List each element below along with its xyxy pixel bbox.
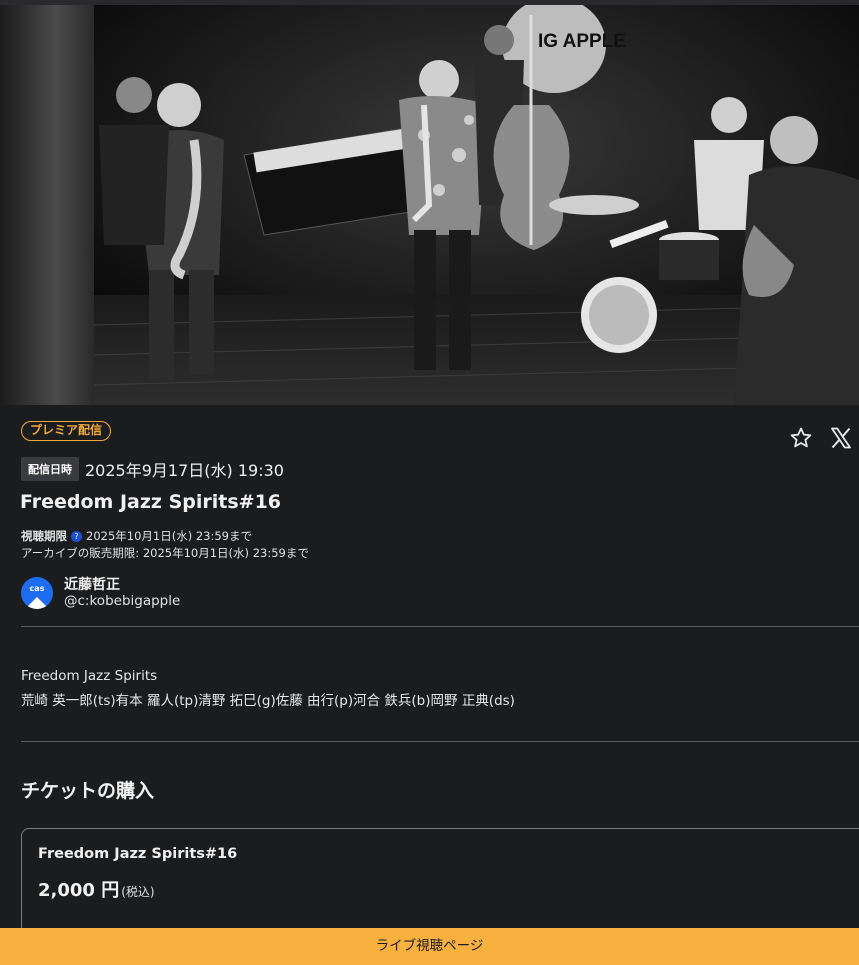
event-title: Freedom Jazz Spirits#16 <box>20 491 282 513</box>
x-share-icon[interactable] <box>829 426 853 450</box>
owner-id[interactable]: @c:kobebigapple <box>64 593 180 609</box>
help-question-icon[interactable]: ? <box>71 530 82 542</box>
premier-stream-badge: プレミア配信 <box>21 421 112 441</box>
archive-sale-label: アーカイブの販売期限: <box>21 546 140 560</box>
stream-datetime-value: 2025年9月17日(水) 19:30 <box>85 461 284 480</box>
favorite-star-icon[interactable] <box>789 426 813 450</box>
ticket-card[interactable]: Freedom Jazz Spirits#16 2,000 円 (税込) <box>21 828 859 938</box>
owner-name[interactable]: 近藤哲正 <box>64 574 120 594</box>
ticket-name: Freedom Jazz Spirits#16 <box>38 846 238 862</box>
thumbnail-left-edge <box>0 5 94 405</box>
viewing-limit-label: 視聴期限 <box>21 529 67 543</box>
archive-sale-value: 2025年10月1日(水) 23:59まで <box>142 546 309 560</box>
viewing-limit-row: 視聴期限 ? 2025年10月1日(水) 23:59まで <box>21 528 252 544</box>
description-line-2: 荒崎 英一郎(ts)有本 羅人(tp)清野 拓巳(g)佐藤 由行(p)河合 鉄兵… <box>21 693 515 709</box>
ticket-price: 2,000 円 (税込) <box>38 876 155 902</box>
owner-avatar[interactable]: cas <box>21 577 53 609</box>
stream-datetime-row: 配信日時 2025年9月17日(水) 19:30 <box>21 457 284 481</box>
avatar-logo-text: cas <box>29 584 45 593</box>
archive-sale-row: アーカイブの販売期限: 2025年10月1日(水) 23:59まで <box>21 545 309 561</box>
event-thumbnail: IG APPLE <box>0 5 859 405</box>
ticket-tax-note: (税込) <box>121 885 155 899</box>
live-viewing-page-button[interactable]: ライブ視聴ページ <box>0 928 859 965</box>
divider <box>21 741 859 742</box>
description-line-1: Freedom Jazz Spirits <box>21 668 158 684</box>
venue-sign-text: IG APPLE <box>538 31 626 52</box>
ticket-price-value: 2,000 円 <box>38 880 120 901</box>
divider <box>21 626 859 627</box>
ticket-section-title: チケットの購入 <box>21 780 155 802</box>
viewing-limit-value: 2025年10月1日(水) 23:59まで <box>86 529 252 543</box>
mountain-icon <box>25 597 49 609</box>
jazz-band-photo: IG APPLE <box>94 5 859 405</box>
stream-datetime-label: 配信日時 <box>21 457 79 481</box>
